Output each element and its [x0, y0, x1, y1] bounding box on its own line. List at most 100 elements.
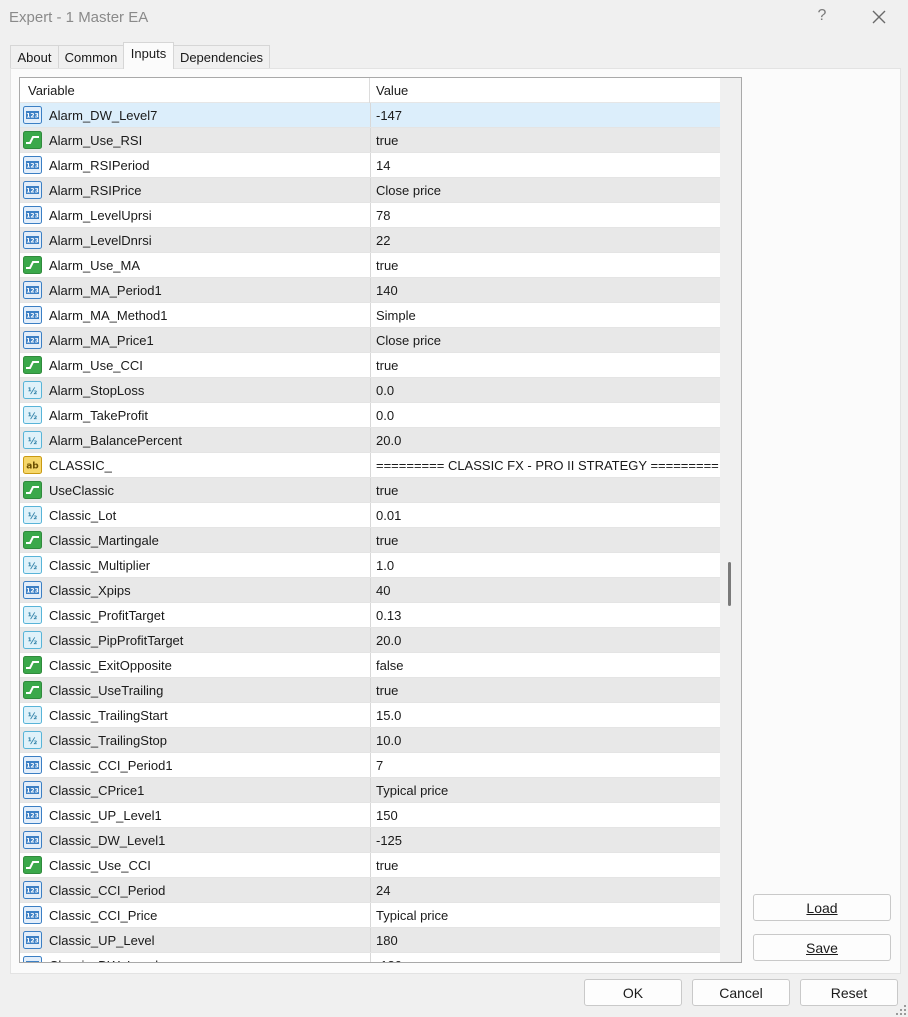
variable-name: Classic_Lot [49, 508, 117, 523]
svg-text:123: 123 [26, 313, 39, 320]
ok-button[interactable]: OK [584, 979, 682, 1006]
variable-value[interactable]: true [370, 253, 720, 277]
table-row[interactable]: ½ Classic_TrailingStop 10.0 [20, 728, 720, 753]
variable-value[interactable]: ========= CLASSIC FX - PRO II STRATEGY =… [370, 453, 720, 477]
variable-value[interactable]: 150 [370, 803, 720, 827]
variable-name: Classic_TrailingStart [49, 708, 168, 723]
variable-value[interactable]: 40 [370, 578, 720, 602]
variable-value[interactable]: 78 [370, 203, 720, 227]
tab-common[interactable]: Common [58, 45, 124, 69]
table-row[interactable]: 123 Classic_DW_Level1 -125 [20, 828, 720, 853]
table-row[interactable]: ½ Alarm_BalancePercent 20.0 [20, 428, 720, 453]
table-row[interactable]: 123 Alarm_DW_Level7 -147 [20, 103, 720, 128]
table-row[interactable]: 123 Classic_CPrice1 Typical price [20, 778, 720, 803]
variable-value[interactable]: 1.0 [370, 553, 720, 577]
table-row[interactable]: Alarm_Use_CCI true [20, 353, 720, 378]
integer-type-icon: 123 [23, 331, 42, 349]
table-row[interactable]: 123 Classic_UP_Level 180 [20, 928, 720, 953]
table-row[interactable]: Classic_UseTrailing true [20, 678, 720, 703]
table-row[interactable]: Classic_Use_CCI true [20, 853, 720, 878]
variable-value[interactable]: 22 [370, 228, 720, 252]
variable-value[interactable]: 0.0 [370, 378, 720, 402]
table-row[interactable]: ½ Classic_PipProfitTarget 20.0 [20, 628, 720, 653]
table-row[interactable]: 123 Alarm_RSIPeriod 14 [20, 153, 720, 178]
variable-value[interactable]: true [370, 528, 720, 552]
table-row[interactable]: Classic_Martingale true [20, 528, 720, 553]
column-header-value[interactable]: Value [376, 83, 408, 98]
save-button[interactable]: Save [753, 934, 891, 961]
window-title: Expert - 1 Master EA [9, 9, 149, 26]
boolean-type-icon [23, 681, 42, 699]
integer-type-icon: 123 [23, 156, 42, 174]
table-row[interactable]: Alarm_Use_RSI true [20, 128, 720, 153]
variable-value[interactable]: -180 [370, 953, 720, 962]
variable-name: Alarm_TakeProfit [49, 408, 148, 423]
scrollbar-thumb[interactable] [728, 562, 731, 606]
variable-value[interactable]: Typical price [370, 778, 720, 802]
resize-grip-icon[interactable] [896, 1005, 906, 1015]
variable-value[interactable]: true [370, 678, 720, 702]
variable-name: Classic_CPrice1 [49, 783, 145, 798]
table-row[interactable]: 123 Alarm_MA_Method1 Simple [20, 303, 720, 328]
table-row[interactable]: 123 Classic_CCI_Price Typical price [20, 903, 720, 928]
table-row[interactable]: ½ Classic_ProfitTarget 0.13 [20, 603, 720, 628]
variable-value[interactable]: 14 [370, 153, 720, 177]
variable-value[interactable]: -147 [370, 103, 720, 127]
table-row[interactable]: 123 Alarm_LevelDnrsi 22 [20, 228, 720, 253]
variable-value[interactable]: 140 [370, 278, 720, 302]
table-row[interactable]: ½ Classic_Lot 0.01 [20, 503, 720, 528]
load-button[interactable]: Load [753, 894, 891, 921]
variable-value[interactable]: false [370, 653, 720, 677]
table-row[interactable]: 123 Classic_DW_Level -180 [20, 953, 720, 962]
cancel-button[interactable]: Cancel [692, 979, 790, 1006]
tab-about[interactable]: About [10, 45, 59, 69]
variable-value[interactable]: 0.01 [370, 503, 720, 527]
variable-value[interactable]: Close price [370, 328, 720, 352]
table-row[interactable]: ½ Alarm_StopLoss 0.0 [20, 378, 720, 403]
tab-dependencies[interactable]: Dependencies [173, 45, 270, 69]
variable-value[interactable]: 20.0 [370, 428, 720, 452]
table-row[interactable]: 123 Alarm_MA_Period1 140 [20, 278, 720, 303]
boolean-type-icon [23, 531, 42, 549]
table-row[interactable]: 123 Alarm_MA_Price1 Close price [20, 328, 720, 353]
table-row[interactable]: 123 Classic_CCI_Period 24 [20, 878, 720, 903]
table-row[interactable]: ½ Classic_TrailingStart 15.0 [20, 703, 720, 728]
table-row[interactable]: ab CLASSIC_ ========= CLASSIC FX - PRO II … [20, 453, 720, 478]
variable-value[interactable]: 0.0 [370, 403, 720, 427]
variable-value[interactable]: 15.0 [370, 703, 720, 727]
variable-value[interactable]: -125 [370, 828, 720, 852]
table-row[interactable]: 123 Classic_Xpips 40 [20, 578, 720, 603]
column-divider[interactable] [369, 78, 370, 103]
table-row[interactable]: 123 Classic_CCI_Period1 7 [20, 753, 720, 778]
table-row[interactable]: UseClassic true [20, 478, 720, 503]
variable-value[interactable]: true [370, 853, 720, 877]
tab-inputs[interactable]: Inputs [123, 42, 174, 69]
variable-value[interactable]: Simple [370, 303, 720, 327]
column-header-variable[interactable]: Variable [28, 83, 75, 98]
vertical-scrollbar[interactable] [720, 78, 741, 962]
help-icon[interactable]: ? [814, 7, 830, 25]
table-row[interactable]: 123 Alarm_RSIPrice Close price [20, 178, 720, 203]
variable-value[interactable]: true [370, 128, 720, 152]
table-row[interactable]: ½ Alarm_TakeProfit 0.0 [20, 403, 720, 428]
reset-button[interactable]: Reset [800, 979, 898, 1006]
variable-value[interactable]: 7 [370, 753, 720, 777]
variable-value[interactable]: 10.0 [370, 728, 720, 752]
variable-value[interactable]: 180 [370, 928, 720, 952]
table-row[interactable]: ½ Classic_Multiplier 1.0 [20, 553, 720, 578]
variable-value[interactable]: true [370, 353, 720, 377]
variable-value[interactable]: 0.13 [370, 603, 720, 627]
variable-name: UseClassic [49, 483, 115, 498]
inputs-grid[interactable]: Variable Value 123 Alarm_DW_Level7 -147 Ala… [19, 77, 742, 963]
variable-value[interactable]: Typical price [370, 903, 720, 927]
table-row[interactable]: Alarm_Use_MA true [20, 253, 720, 278]
close-icon[interactable] [868, 6, 890, 28]
variable-value[interactable]: 20.0 [370, 628, 720, 652]
table-row[interactable]: 123 Alarm_LevelUprsi 78 [20, 203, 720, 228]
variable-value[interactable]: true [370, 478, 720, 502]
table-row[interactable]: Classic_ExitOpposite false [20, 653, 720, 678]
table-row[interactable]: 123 Classic_UP_Level1 150 [20, 803, 720, 828]
integer-type-icon: 123 [23, 206, 42, 224]
variable-value[interactable]: 24 [370, 878, 720, 902]
variable-value[interactable]: Close price [370, 178, 720, 202]
